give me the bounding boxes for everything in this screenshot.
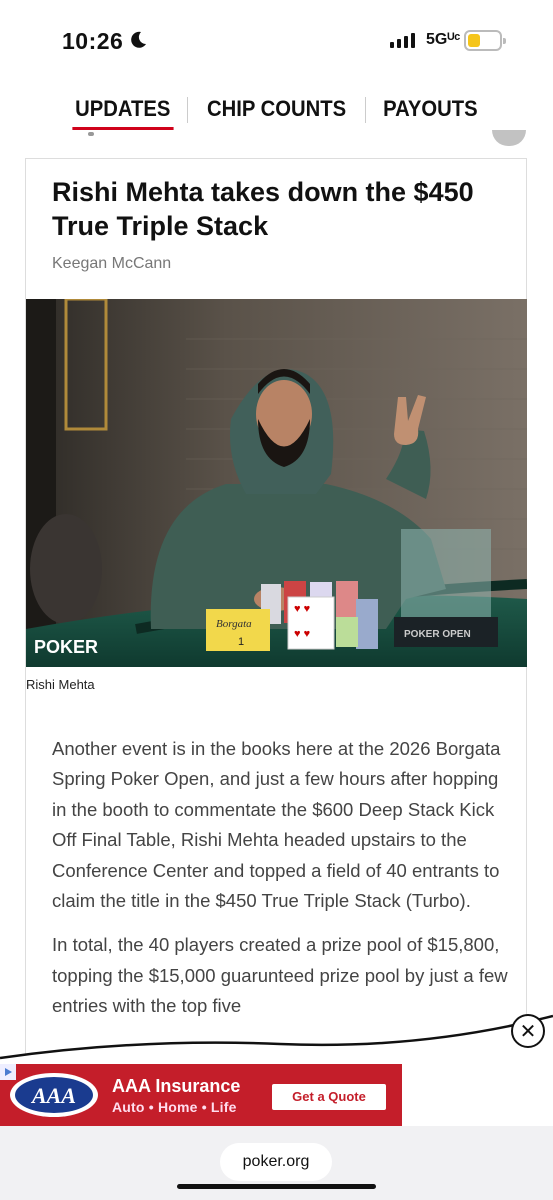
address-bar[interactable]: poker.org (220, 1143, 332, 1181)
svg-text:♥ ♥: ♥ ♥ (294, 628, 310, 640)
update-headline[interactable]: Rishi Mehta takes down the $450 True Tri… (52, 175, 512, 243)
close-icon[interactable]: ✕ (511, 1014, 545, 1048)
svg-text:♥ ♥: ♥ ♥ (294, 603, 310, 615)
update-body: Another event is in the books here at th… (52, 734, 512, 1036)
scroll-to-top-button[interactable] (492, 130, 526, 146)
svg-text:AAA: AAA (30, 1083, 76, 1108)
moon-icon (131, 31, 146, 48)
clock: 10:26 (62, 28, 124, 54)
tab-payouts[interactable]: PAYOUTS (372, 90, 490, 130)
battery-icon (464, 30, 506, 51)
ad-wave-edge (0, 1014, 553, 1070)
tab-divider (365, 97, 367, 123)
network-label: 5Gᵁᶜ (426, 31, 461, 48)
winner-photo-image: POKER OPEN ♥ ♥ ♥ ♥ Borgata 1 POKER (26, 299, 527, 667)
ad-blank-area (402, 1064, 553, 1126)
home-indicator[interactable] (177, 1184, 376, 1189)
body-paragraph: Another event is in the books here at th… (52, 738, 501, 912)
scroll-fragment (88, 132, 94, 136)
tab-updates[interactable]: UPDATES (63, 90, 182, 130)
live-report-tabs: UPDATES CHIP COUNTS PAYOUTS (0, 88, 553, 132)
winner-photo[interactable]: POKER OPEN ♥ ♥ ♥ ♥ Borgata 1 POKER (26, 299, 527, 667)
get-quote-button[interactable]: Get a Quote (272, 1084, 386, 1110)
photo-watermark: POKER (34, 637, 98, 657)
tab-chip-counts[interactable]: CHIP COUNTS (195, 90, 358, 130)
photo-caption: Rishi Mehta (26, 677, 95, 692)
ad-subtitle[interactable]: Auto • Home • Life (112, 1099, 237, 1115)
status-bar: 10:26 5Gᵁᶜ (0, 0, 553, 82)
tab-divider (187, 97, 189, 123)
svg-text:POKER OPEN: POKER OPEN (404, 629, 471, 640)
svg-text:Borgata: Borgata (216, 618, 252, 630)
author-name[interactable]: Keegan McCann (52, 255, 171, 273)
svg-text:1: 1 (238, 636, 244, 648)
aaa-logo: AAA (10, 1073, 98, 1117)
signal-icon (390, 32, 415, 48)
ad-title[interactable]: AAA Insurance (112, 1076, 240, 1097)
